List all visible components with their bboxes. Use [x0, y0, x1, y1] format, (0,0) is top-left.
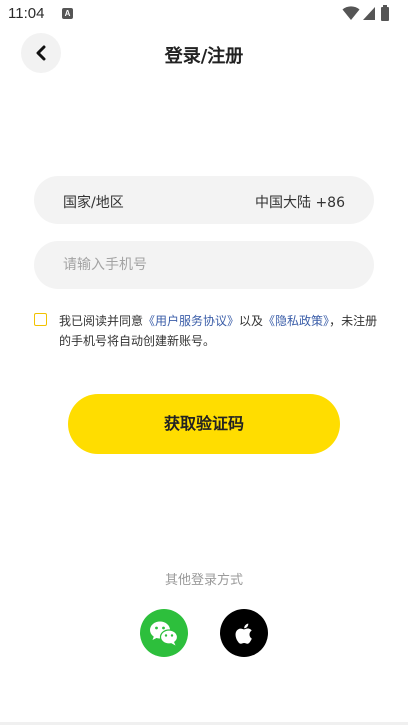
signal-icon	[363, 7, 375, 20]
wechat-login-button[interactable]	[140, 609, 188, 657]
region-label: 国家/地区	[63, 195, 124, 211]
page-title: 登录/注册	[164, 46, 244, 67]
status-icons	[342, 5, 398, 21]
user-agreement-link[interactable]: 《用户服务协议》	[143, 314, 239, 328]
privacy-policy-link[interactable]: 《隐私政策》	[263, 314, 329, 328]
wifi-icon	[342, 6, 360, 20]
agreement-checkbox[interactable]	[34, 313, 47, 326]
get-verification-code-button[interactable]: 获取验证码	[68, 394, 340, 454]
battery-icon	[381, 5, 389, 21]
phone-field	[34, 241, 374, 289]
other-login-label: 其他登录方式	[164, 573, 243, 588]
wechat-icon	[150, 621, 179, 646]
apple-login-button[interactable]	[220, 609, 268, 657]
region-value: 中国大陆 +86	[255, 195, 345, 211]
agreement-text: 我已阅读并同意《用户服务协议》以及《隐私政策》，未注册的手机号将自动创建新账号。	[59, 311, 379, 351]
phone-input[interactable]	[63, 241, 353, 289]
agreement-conjunction: 以及	[239, 314, 264, 328]
apple-icon	[235, 623, 252, 644]
notification-badge: A	[62, 8, 73, 19]
status-bar: 11:04 A	[0, 0, 408, 28]
status-time: 11:04	[8, 5, 45, 22]
region-selector[interactable]: 国家/地区 中国大陆 +86	[34, 176, 374, 224]
agreement-prefix: 我已阅读并同意	[59, 314, 144, 328]
